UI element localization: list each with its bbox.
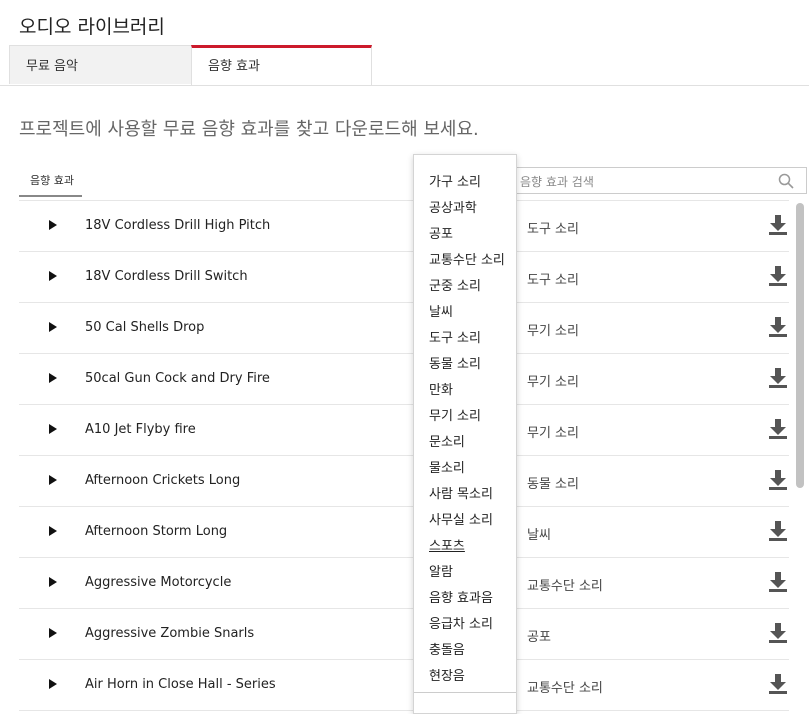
- table-row: Air Horn in Close Hall - Series 교통수단 소리: [19, 660, 789, 711]
- table-row: Aggressive Motorcycle 교통수단 소리: [19, 558, 789, 609]
- scrollbar-thumb[interactable]: [796, 203, 804, 488]
- dropdown-item[interactable]: 현장음: [429, 665, 465, 684]
- dropdown-item[interactable]: 물소리: [429, 457, 465, 476]
- play-icon[interactable]: [49, 373, 57, 383]
- track-category: 무기 소리: [527, 324, 579, 339]
- dropdown-item[interactable]: 가구 소리: [429, 171, 481, 190]
- track-name: Afternoon Crickets Long: [85, 473, 241, 488]
- play-icon[interactable]: [49, 475, 57, 485]
- play-icon[interactable]: [49, 577, 57, 587]
- download-icon[interactable]: [769, 317, 787, 337]
- table-row: Aggressive Zombie Snarls 공포: [19, 609, 789, 660]
- download-icon[interactable]: [769, 674, 787, 694]
- track-category: 동물 소리: [527, 477, 579, 492]
- category-dropdown-menu: 가구 소리 공상과학 공포 교통수단 소리 군중 소리 날씨 도구 소리 동물 …: [413, 154, 517, 714]
- dropdown-item[interactable]: 공포: [429, 223, 453, 242]
- table-row: A10 Jet Flyby fire 무기 소리: [19, 405, 789, 456]
- search-icon[interactable]: [778, 173, 794, 189]
- download-icon[interactable]: [769, 419, 787, 439]
- dropdown-item[interactable]: 알람: [429, 561, 453, 580]
- tab-free-music[interactable]: 무료 음악: [9, 45, 191, 84]
- dropdown-item[interactable]: 만화: [429, 379, 453, 398]
- track-name: 18V Cordless Drill Switch: [85, 269, 248, 284]
- track-category: 도구 소리: [527, 222, 579, 237]
- dropdown-item[interactable]: 무기 소리: [429, 405, 481, 424]
- track-name: Aggressive Motorcycle: [85, 575, 232, 590]
- track-category: 공포: [527, 630, 551, 645]
- dropdown-item-hovered[interactable]: 스포츠: [429, 535, 465, 554]
- sound-effects-list: 18V Cordless Drill High Pitch 도구 소리 18V …: [19, 200, 789, 711]
- dropdown-item[interactable]: 사람 목소리: [429, 483, 493, 502]
- table-row: Afternoon Crickets Long 동물 소리: [19, 456, 789, 507]
- track-category: 도구 소리: [527, 273, 579, 288]
- track-name: A10 Jet Flyby fire: [85, 422, 196, 437]
- dropdown-item[interactable]: 사무실 소리: [429, 509, 493, 528]
- dropdown-item[interactable]: 날씨: [429, 301, 453, 320]
- play-icon[interactable]: [49, 526, 57, 536]
- table-row: 50cal Gun Cock and Dry Fire 무기 소리: [19, 354, 789, 405]
- track-name: Air Horn in Close Hall - Series: [85, 677, 276, 692]
- table-row: Afternoon Storm Long 날씨: [19, 507, 789, 558]
- dropdown-item[interactable]: 음향 효과음: [429, 587, 493, 606]
- dropdown-item[interactable]: 동물 소리: [429, 353, 481, 372]
- dropdown-item[interactable]: 공상과학: [429, 197, 477, 216]
- page-title: 오디오 라이브러리: [19, 16, 165, 38]
- dropdown-item[interactable]: 교통수단 소리: [429, 249, 505, 268]
- table-row: 18V Cordless Drill Switch 도구 소리: [19, 252, 789, 303]
- track-category: 날씨: [527, 528, 551, 543]
- page-subtitle: 프로젝트에 사용할 무료 음향 효과를 찾고 다운로드해 보세요.: [19, 119, 479, 140]
- track-name: 18V Cordless Drill High Pitch: [85, 218, 271, 233]
- search-box[interactable]: [505, 167, 807, 194]
- dropdown-item[interactable]: 충돌음: [429, 639, 465, 658]
- download-icon[interactable]: [769, 623, 787, 643]
- track-category: 무기 소리: [527, 375, 579, 390]
- download-icon[interactable]: [769, 521, 787, 541]
- play-icon[interactable]: [49, 220, 57, 230]
- dropdown-item[interactable]: 문소리: [429, 431, 465, 450]
- table-row: 18V Cordless Drill High Pitch 도구 소리: [19, 200, 789, 252]
- track-category: 무기 소리: [527, 426, 579, 441]
- category-filter-header[interactable]: 음향 효과: [19, 172, 82, 197]
- download-icon[interactable]: [769, 572, 787, 592]
- track-category: 교통수단 소리: [527, 579, 603, 594]
- track-name: 50cal Gun Cock and Dry Fire: [85, 371, 270, 386]
- track-name: 50 Cal Shells Drop: [85, 320, 205, 335]
- download-icon[interactable]: [769, 266, 787, 286]
- dropdown-divider: [414, 692, 516, 693]
- play-icon[interactable]: [49, 628, 57, 638]
- track-name: Afternoon Storm Long: [85, 524, 228, 539]
- track-category: 교통수단 소리: [527, 681, 603, 696]
- play-icon[interactable]: [49, 271, 57, 281]
- dropdown-item[interactable]: 응급차 소리: [429, 613, 493, 632]
- download-icon[interactable]: [769, 215, 787, 235]
- download-icon[interactable]: [769, 470, 787, 490]
- tab-sound-effects[interactable]: 음향 효과: [191, 45, 372, 85]
- search-input[interactable]: [518, 172, 772, 192]
- table-row: 50 Cal Shells Drop 무기 소리: [19, 303, 789, 354]
- tab-bar: 무료 음악 음향 효과: [0, 45, 809, 86]
- dropdown-item[interactable]: 군중 소리: [429, 275, 481, 294]
- track-name: Aggressive Zombie Snarls: [85, 626, 255, 641]
- play-icon[interactable]: [49, 322, 57, 332]
- play-icon[interactable]: [49, 424, 57, 434]
- download-icon[interactable]: [769, 368, 787, 388]
- dropdown-item[interactable]: 도구 소리: [429, 327, 481, 346]
- play-icon[interactable]: [49, 679, 57, 689]
